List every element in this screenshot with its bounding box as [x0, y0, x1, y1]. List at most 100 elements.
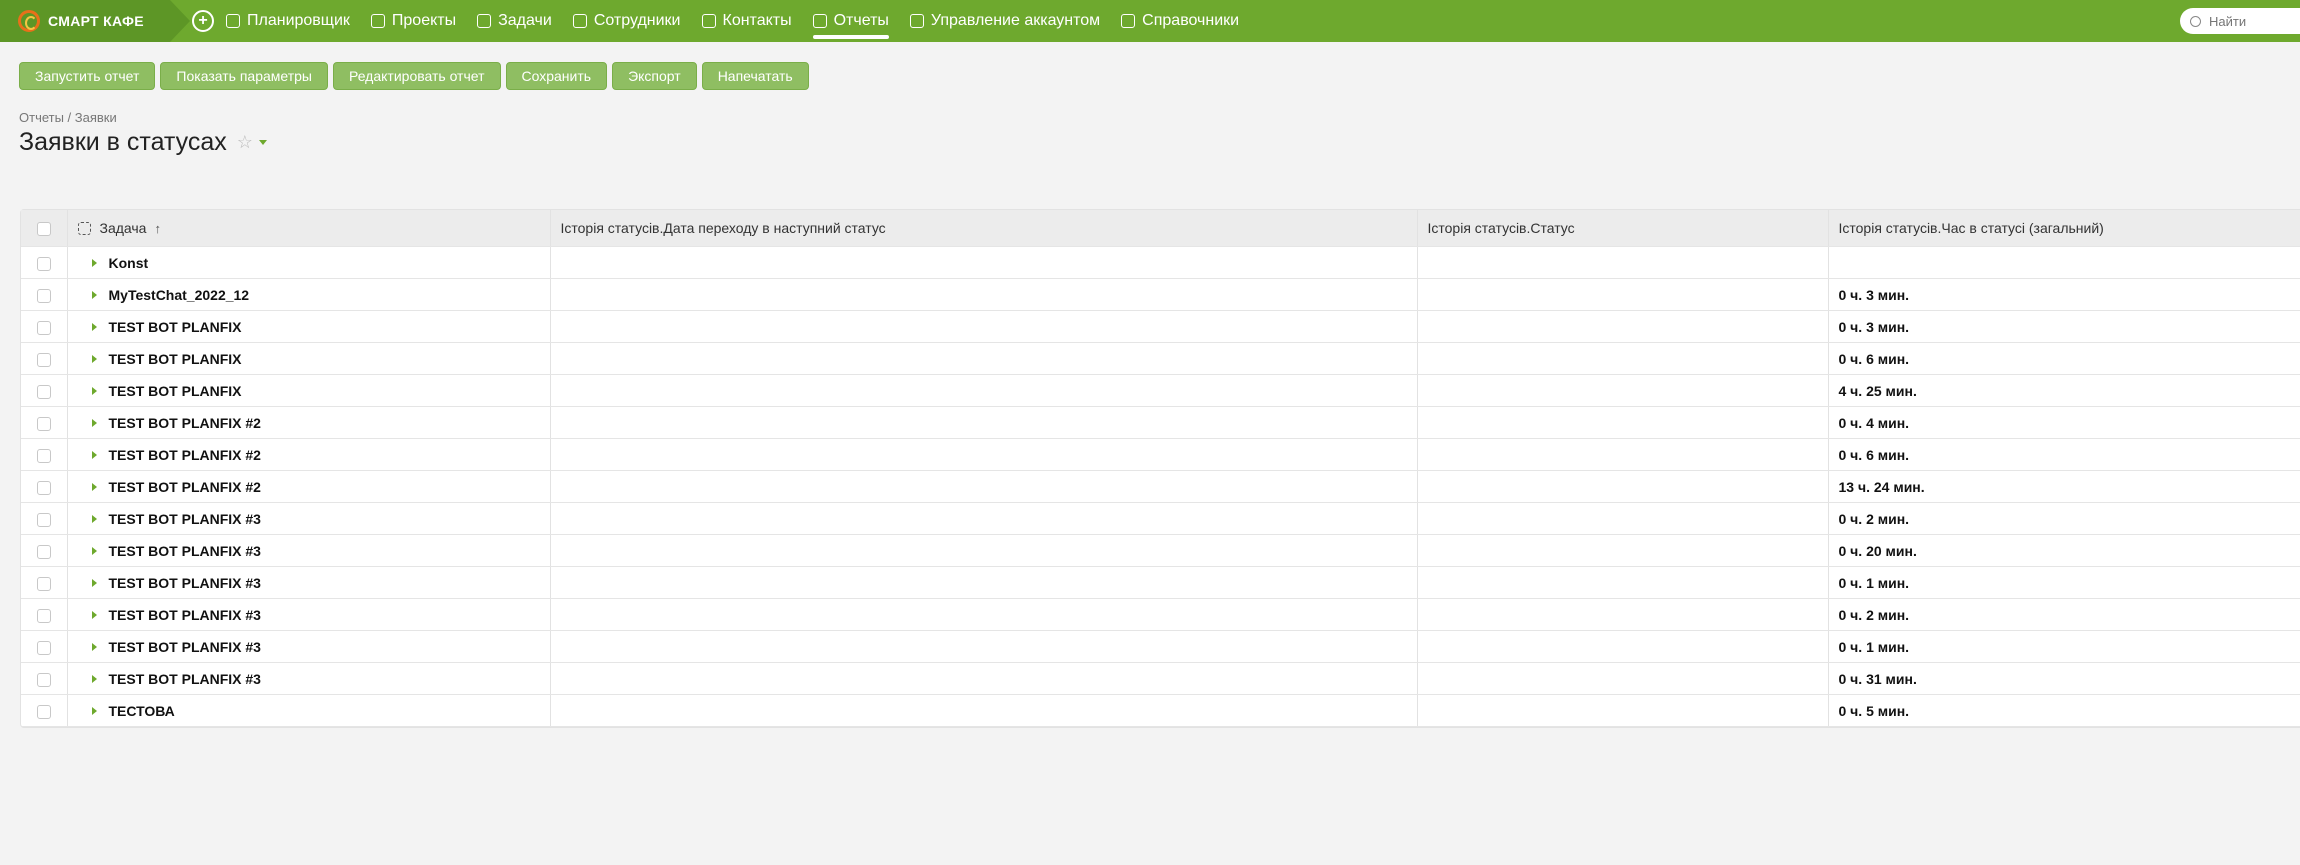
nav-item-tasks[interactable]: Задачи: [477, 0, 552, 42]
nav-item-employees[interactable]: Сотрудники: [572, 0, 681, 42]
task-name[interactable]: TEST BOT PLANFIX: [109, 351, 242, 367]
search-input[interactable]: [2207, 12, 2291, 30]
table-row[interactable]: TEST BOT PLANFIX #3 0 ч. 1 мин.: [21, 566, 2300, 599]
table-row[interactable]: TEST BOT PLANFIX 4 ч. 25 мин.: [21, 374, 2300, 407]
app-logo[interactable]: СМАРТ КАФЕ: [0, 0, 190, 42]
header-task[interactable]: Задача ↑: [67, 210, 551, 247]
header-date[interactable]: Історія статусів.Дата переходу в наступн…: [550, 210, 1418, 247]
task-name[interactable]: TEST BOT PLANFIX: [109, 319, 242, 335]
export-button[interactable]: Экспорт: [612, 62, 697, 90]
table-row[interactable]: TEST BOT PLANFIX #3 0 ч. 20 мин.: [21, 534, 2300, 567]
row-checkbox[interactable]: [36, 480, 51, 495]
table-header-row: Задача ↑ Історія статусів.Дата переходу …: [21, 210, 2300, 247]
time-cell: 0 ч. 1 мин.: [1828, 630, 2300, 663]
expand-arrow-icon[interactable]: [91, 386, 97, 395]
task-name[interactable]: TEST BOT PLANFIX #3: [109, 575, 261, 591]
add-icon[interactable]: +: [192, 10, 214, 32]
expand-arrow-icon[interactable]: [91, 706, 97, 715]
row-checkbox[interactable]: [36, 640, 51, 655]
print-button[interactable]: Напечатать: [701, 62, 809, 90]
sort-ascending-icon[interactable]: ↑: [154, 221, 161, 236]
task-name[interactable]: TEST BOT PLANFIX #3: [109, 639, 261, 655]
table-row[interactable]: TEST BOT PLANFIX #2 13 ч. 24 мин.: [21, 470, 2300, 503]
expand-arrow-icon[interactable]: [91, 322, 97, 331]
task-name[interactable]: MyTestChat_2022_12: [109, 287, 250, 303]
row-checkbox-cell: [21, 310, 68, 343]
column-settings-icon[interactable]: [77, 221, 91, 235]
edit-report-button[interactable]: Редактировать отчет: [332, 62, 501, 90]
status-cell: [1417, 342, 1829, 375]
logo-text: СМАРТ КАФЕ: [48, 13, 144, 29]
search-box[interactable]: [2180, 8, 2300, 34]
table-row[interactable]: TEST BOT PLANFIX #3 0 ч. 2 мин.: [21, 502, 2300, 535]
row-checkbox[interactable]: [36, 288, 51, 303]
task-name[interactable]: TEST BOT PLANFIX #3: [109, 543, 261, 559]
table-row[interactable]: Konst: [21, 246, 2300, 279]
expand-arrow-icon[interactable]: [91, 290, 97, 299]
task-name[interactable]: ТЕСТОВА: [109, 703, 175, 719]
expand-arrow-icon[interactable]: [91, 482, 97, 491]
task-name[interactable]: TEST BOT PLANFIX #2: [109, 415, 261, 431]
row-checkbox[interactable]: [36, 256, 51, 271]
table-row[interactable]: TEST BOT PLANFIX 0 ч. 6 мин.: [21, 342, 2300, 375]
table-row[interactable]: TEST BOT PLANFIX #2 0 ч. 6 мин.: [21, 438, 2300, 471]
run-report-button[interactable]: Запустить отчет: [19, 62, 156, 90]
row-checkbox[interactable]: [36, 320, 51, 335]
nav-item-label: Контакты: [722, 12, 792, 29]
breadcrumb[interactable]: Отчеты / Заявки: [19, 110, 117, 125]
table-row[interactable]: TEST BOT PLANFIX #3 0 ч. 1 мин.: [21, 630, 2300, 663]
task-name[interactable]: TEST BOT PLANFIX #3: [109, 671, 261, 687]
show-params-button[interactable]: Показать параметры: [160, 62, 328, 90]
row-checkbox[interactable]: [36, 512, 51, 527]
expand-arrow-icon[interactable]: [91, 578, 97, 587]
title-dropdown-icon[interactable]: [258, 140, 267, 145]
expand-arrow-icon[interactable]: [91, 642, 97, 651]
time-in-status: 0 ч. 31 мин.: [1838, 670, 1917, 687]
select-all-checkbox[interactable]: [36, 222, 51, 237]
row-checkbox[interactable]: [36, 544, 51, 559]
nav-item-label: Справочники: [1142, 12, 1240, 29]
expand-arrow-icon[interactable]: [91, 610, 97, 619]
header-status[interactable]: Історія статусів.Статус: [1417, 210, 1829, 247]
expand-arrow-icon[interactable]: [91, 546, 97, 555]
search-icon: [2190, 15, 2201, 27]
nav-item-contacts[interactable]: Контакты: [701, 0, 792, 42]
row-checkbox[interactable]: [36, 384, 51, 399]
row-checkbox[interactable]: [36, 672, 51, 687]
table-row[interactable]: ТЕСТОВА 0 ч. 5 мин.: [21, 694, 2300, 727]
table-row[interactable]: TEST BOT PLANFIX #2 0 ч. 4 мин.: [21, 406, 2300, 439]
expand-arrow-icon[interactable]: [91, 514, 97, 523]
nav-item-reports[interactable]: Отчеты: [812, 0, 890, 42]
nav-item-account[interactable]: Управление аккаунтом: [909, 0, 1100, 42]
expand-arrow-icon[interactable]: [91, 450, 97, 459]
save-button[interactable]: Сохранить: [505, 62, 608, 90]
task-name[interactable]: Konst: [109, 255, 149, 271]
task-cell: ТЕСТОВА: [67, 694, 551, 727]
header-time[interactable]: Історія статусів.Час в статусі (загальни…: [1828, 210, 2300, 247]
nav-item-directories[interactable]: Справочники: [1121, 0, 1239, 42]
row-checkbox[interactable]: [36, 352, 51, 367]
table-row[interactable]: TEST BOT PLANFIX #3 0 ч. 31 мин.: [21, 662, 2300, 695]
table-row[interactable]: MyTestChat_2022_12 0 ч. 3 мин.: [21, 278, 2300, 311]
favorite-star-icon[interactable]: ☆: [237, 132, 253, 153]
nav-item-planner[interactable]: Планировщик: [226, 0, 350, 42]
task-name[interactable]: TEST BOT PLANFIX #2: [109, 447, 261, 463]
row-checkbox[interactable]: [36, 608, 51, 623]
task-name[interactable]: TEST BOT PLANFIX #3: [109, 607, 261, 623]
expand-arrow-icon[interactable]: [91, 418, 97, 427]
table-row[interactable]: TEST BOT PLANFIX #3 0 ч. 2 мин.: [21, 598, 2300, 631]
row-checkbox-cell: [21, 470, 68, 503]
row-checkbox[interactable]: [36, 416, 51, 431]
expand-arrow-icon[interactable]: [91, 674, 97, 683]
table-row[interactable]: TEST BOT PLANFIX 0 ч. 3 мин.: [21, 310, 2300, 343]
expand-arrow-icon[interactable]: [91, 258, 97, 267]
row-checkbox[interactable]: [36, 576, 51, 591]
task-name[interactable]: TEST BOT PLANFIX #3: [109, 511, 261, 527]
row-checkbox[interactable]: [36, 448, 51, 463]
task-name[interactable]: TEST BOT PLANFIX: [109, 383, 242, 399]
nav-item-projects[interactable]: Проекты: [370, 0, 456, 42]
task-name[interactable]: TEST BOT PLANFIX #2: [109, 479, 261, 495]
status-cell: [1417, 470, 1829, 503]
expand-arrow-icon[interactable]: [91, 354, 97, 363]
row-checkbox[interactable]: [36, 704, 51, 719]
